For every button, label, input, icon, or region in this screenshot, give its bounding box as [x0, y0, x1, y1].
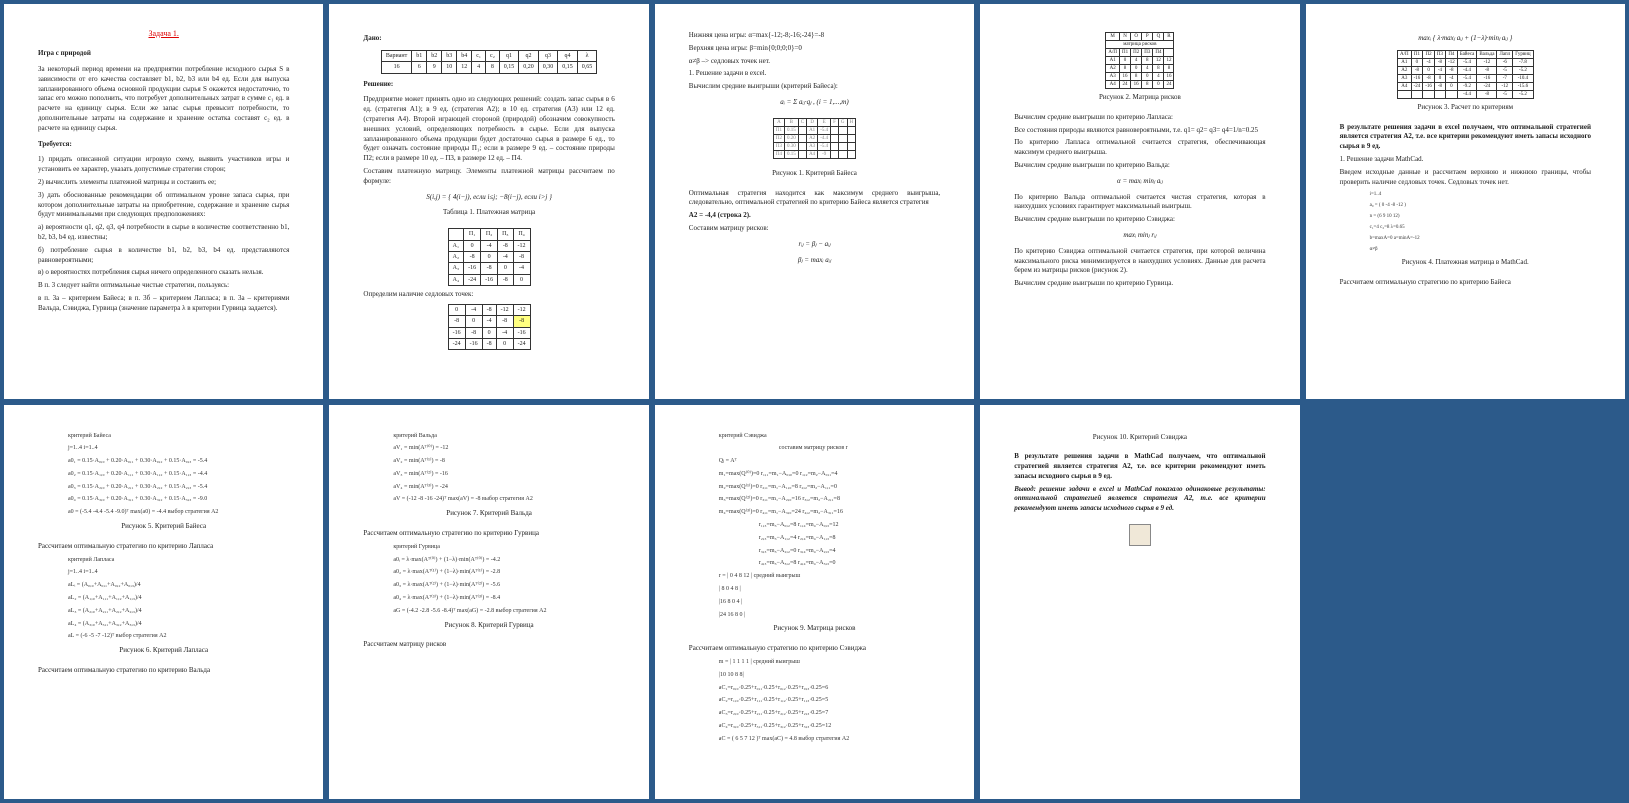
p8para: Рассчитаем оптимальную стратегию по крит…: [689, 644, 940, 654]
p5s1: Введем исходные данные и рассчитаем верх…: [1340, 168, 1591, 188]
p4p1a: Все состояния природы являются равноверо…: [1014, 126, 1265, 136]
gur-form: maxᵢ { λ·maxⱼ aᵢⱼ + (1−λ)·minⱼ aᵢⱼ }: [1340, 34, 1591, 44]
p4p5: Вычислим средние выигрыши по критерию Сэ…: [1014, 215, 1265, 225]
subtitle: Игра с природой: [38, 49, 289, 59]
p3: В п. 3 следует найти оптимальные чистые …: [38, 281, 289, 291]
p2-para: Предприятие может принять одно из следую…: [363, 95, 614, 164]
page-4: MNOPQR матрица рисков A/ПП1П2П3П4 A10481…: [980, 4, 1299, 399]
resh: Решение:: [363, 80, 614, 90]
p3l1: Нижняя цена игры: α=max{-12;-8;-16;-24}=…: [689, 31, 940, 41]
p6para: Рассчитаем оптимальную стратегию по крит…: [38, 542, 289, 552]
t3: 3) дать обоснованные рекомендации об опт…: [38, 191, 289, 220]
fig7cap: Рисунок 7. Критерий Вальда: [363, 509, 614, 519]
page-9: Рисунок 10. Критерий Сэвиджа В результат…: [980, 405, 1299, 800]
p4p6: По критерию Сэвиджа оптимальной считаетс…: [1014, 247, 1265, 276]
tv: в) о вероятностях потребления сырья ниче…: [38, 268, 289, 278]
task-title: Задача 1.: [38, 28, 289, 39]
fig4cap: Рисунок 4. Платежная матрица в MathCad.: [1340, 258, 1591, 268]
p1-para1: За некоторый период времени на предприят…: [38, 65, 289, 134]
saddle-table: 0-4-8-12-12 -80-4-8-8 -16-80-4-16 -24-16…: [448, 304, 531, 351]
p4p4: По критерию Вальда оптимальной считается…: [1014, 193, 1265, 213]
laplace-block: критерий Лапласа j=1..4 i=1..4 aLᵢ = (A₀…: [68, 555, 289, 643]
sev: maxᵢ minⱼ rᵢⱼ: [1014, 231, 1265, 241]
fig8cap: Рисунок 8. Критерий Гурвица: [363, 621, 614, 631]
fig3cap: Рисунок 3. Расчет по критериям: [1340, 103, 1591, 113]
p3l3: α≠β –> седловых точек нет.: [689, 57, 940, 67]
criteria-table: A/ПП1П2П3П4БайесаВальдаЛаплГурвиц A10-4-…: [1397, 50, 1534, 99]
p4p2: По критерию Лапласа оптимальной считаетс…: [1014, 138, 1265, 158]
p3step1a: Вычислим средние выигрыши (критерий Байе…: [689, 82, 940, 92]
mathcad-fig4: i=1..4 a₀ = ( 0 -4 -8 -12 ) n = (6 9 10 …: [1370, 190, 1591, 254]
pay-matrix: П₁П₂П₃П₄ A₁0-4-8-12 A₂-80-4-8 A₃-16-80-4…: [448, 228, 531, 286]
ta: а) вероятности q1, q2, q3, q4 потребност…: [38, 223, 289, 243]
page-2: Дано: Вариантb1b2b3b4c₁c₂q1q2q3q4λ 16691…: [329, 4, 648, 399]
given-table: Вариантb1b2b3b4c₁c₂q1q2q3q4λ 16691012480…: [381, 50, 597, 74]
formula: S(i,j) = { 4(i−j), если i≤j; −8(i−j), ес…: [363, 193, 614, 203]
p3res: А2 = -4,4 (строка 2).: [689, 211, 940, 221]
fig5cap: Рисунок 5. Критерий Байеса: [38, 522, 289, 532]
gurvic-block: критерий Гурвица а0ᵢ = λ·max(Aᵀ⁽⁰⁾) + (1…: [393, 542, 614, 617]
p7last: Рассчитаем матрицу рисков: [363, 640, 614, 650]
p3l2: Верхняя цена игры: β=min{0;0;0;0}=0: [689, 44, 940, 54]
clipboard-icon: [1129, 524, 1151, 546]
sedl: Определим наличие седловых точек:: [363, 290, 614, 300]
p3a: в п. 3а – критерием Байеса; в п. 3б – кр…: [38, 294, 289, 314]
page-1: Задача 1. Игра с природой За некоторый п…: [4, 4, 323, 399]
page-10-blank: [1306, 405, 1625, 800]
page-3: Нижняя цена игры: α=max{-12;-8;-16;-24}=…: [655, 4, 974, 399]
p9b2: Вывод: решение задачи в excel и MathCad …: [1014, 485, 1265, 514]
risk-matrix-excel: MNOPQR матрица рисков A/ПП1П2П3П4 A10481…: [1105, 32, 1174, 89]
p9b1: В результате решения задачи в MathCad по…: [1014, 452, 1265, 481]
p5s2h: 1. Решение задачи MathCad.: [1340, 155, 1591, 165]
t2: 2) вычислить элементы платежной матрицы …: [38, 178, 289, 188]
tbl-cap: Таблица 1. Платежная матрица: [363, 208, 614, 218]
excel-fig1: ABCDEFGH П10.15A1-5.4 П20.20A2-4.4 П30.3…: [773, 118, 856, 159]
fig1cap: Рисунок 1. Критерий Байеса: [689, 169, 940, 179]
wald: α = maxᵢ minⱼ aᵢⱼ: [1014, 177, 1265, 187]
fig6cap: Рисунок 6. Критерий Лапласа: [38, 646, 289, 656]
p5last: Рассчитаем оптимальную стратегию по крит…: [1340, 278, 1591, 288]
wald-block: критерий Вальда аV₁ = min(Aᵀ⁽⁰⁾) = -12 а…: [393, 431, 614, 506]
req-h: Требуется:: [38, 140, 289, 150]
p2-para2: Составим платежную матрицу. Элементы пла…: [363, 167, 614, 187]
bayes-block: критерий Байеса j=1..4 i=1..4 а0₁ = 0.15…: [68, 431, 289, 519]
p3para2: Оптимальная стратегия находится как макс…: [689, 189, 940, 209]
page-5: maxᵢ { λ·maxⱼ aᵢⱼ + (1−λ)·minⱼ aᵢⱼ } A/П…: [1306, 4, 1625, 399]
p6last: Рассчитаем оптимальную стратегию по крит…: [38, 666, 289, 676]
af: aᵢ = Σ aᵢⱼ·qⱼ , (i = 1,...,m): [689, 98, 940, 108]
p4p3: Вычислим средние выигрыши по критерию Ва…: [1014, 161, 1265, 171]
rf1: rᵢⱼ = βⱼ − aᵢⱼ: [689, 240, 940, 250]
dano: Дано:: [363, 34, 614, 44]
tb: б) потребление сырья в количестве b1, b2…: [38, 246, 289, 266]
page-7: критерий Вальда аV₁ = min(Aᵀ⁽⁰⁾) = -12 а…: [329, 405, 648, 800]
page-6: критерий Байеса j=1..4 i=1..4 а0₁ = 0.15…: [4, 405, 323, 800]
savage-calc: m = | 1 1 1 1 | средний выигрыш |10 10 8…: [719, 657, 940, 745]
rf2: βⱼ = maxᵢ aᵢⱼ: [689, 256, 940, 266]
fig9cap: Рисунок 9. Матрица рисков: [689, 624, 940, 634]
fig10cap: Рисунок 10. Критерий Сэвиджа: [1014, 433, 1265, 443]
t1: 1) придать описанной ситуации игровую сх…: [38, 155, 289, 175]
p5b1: В результате решения задачи в excel полу…: [1340, 123, 1591, 152]
page-grid: Задача 1. Игра с природой За некоторый п…: [0, 0, 1629, 803]
p4p1: Вычислим средние выигрыши по критерию Ла…: [1014, 113, 1265, 123]
savage-block: критерий Сэвиджа составим матрицу рисков…: [719, 431, 940, 621]
p3step: 1. Решение задачи в excel.: [689, 69, 940, 79]
page-8: критерий Сэвиджа составим матрицу рисков…: [655, 405, 974, 800]
p4p7: Вычислим средние выигрыши по критерию Гу…: [1014, 279, 1265, 289]
fig2cap: Рисунок 2. Матрица рисков: [1014, 93, 1265, 103]
p3sostav: Составим матрицу рисков:: [689, 224, 940, 234]
p7para: Рассчитаем оптимальную стратегию по крит…: [363, 529, 614, 539]
